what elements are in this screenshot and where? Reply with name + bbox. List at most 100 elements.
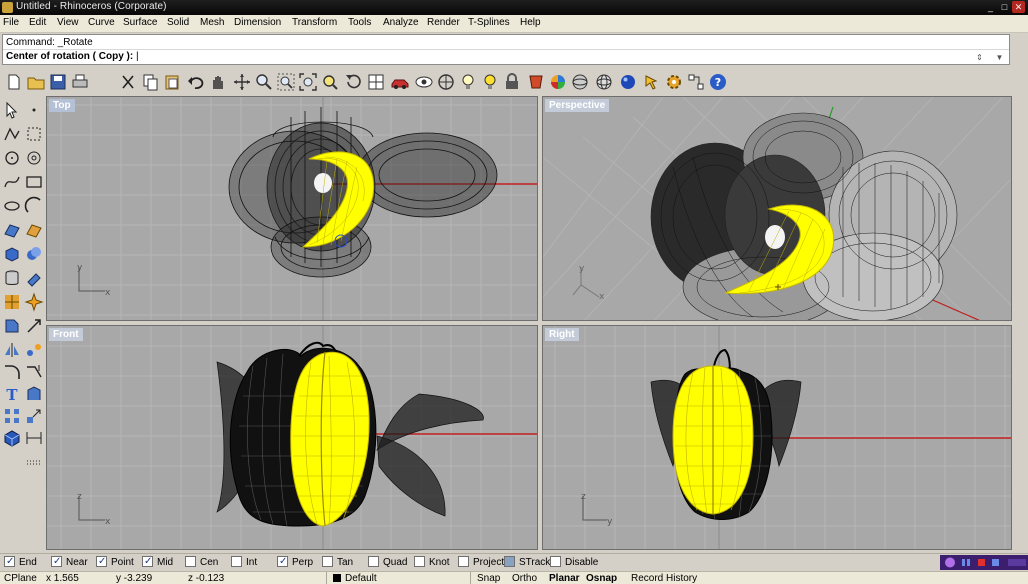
explode-icon[interactable] [24, 292, 44, 312]
help-icon[interactable]: ? [708, 72, 728, 92]
viewport-right[interactable]: Right z y [542, 325, 1012, 550]
menu-help[interactable]: Help [520, 17, 541, 28]
osnap-project[interactable]: Project [458, 556, 504, 569]
menu-solid[interactable]: Solid [167, 17, 189, 28]
osnap-disable-checkbox[interactable] [550, 556, 561, 567]
solid-boolean-icon[interactable] [24, 244, 44, 264]
menu-curve[interactable]: Curve [88, 17, 115, 28]
menu-mesh[interactable]: Mesh [200, 17, 224, 28]
osnap-near[interactable]: Near [51, 555, 88, 569]
layer-color-swatch[interactable] [333, 574, 341, 582]
cylinder-icon[interactable] [2, 268, 22, 288]
osnap-cen-checkbox[interactable] [185, 556, 196, 567]
transform-icon[interactable] [2, 316, 22, 336]
ortho-toggle[interactable]: Ortho [512, 573, 537, 584]
close-button[interactable]: ✕ [1012, 1, 1025, 13]
select-arrow-icon[interactable] [2, 100, 22, 120]
viewport-title-right[interactable]: Right [545, 328, 579, 341]
circle-options-icon[interactable] [24, 148, 44, 168]
copy-icon[interactable] [140, 72, 160, 92]
arrow-icon[interactable] [642, 72, 662, 92]
osnap-near-checkbox[interactable] [51, 555, 62, 568]
text-icon[interactable]: T [2, 384, 22, 404]
zoom-selected-icon[interactable] [320, 72, 340, 92]
menu-view[interactable]: View [57, 17, 79, 28]
network-icon[interactable] [686, 72, 706, 92]
fillet-icon[interactable] [2, 362, 22, 382]
surface-edge-icon[interactable] [24, 220, 44, 240]
lightbulb-on-icon[interactable] [480, 72, 500, 92]
ellipse-icon[interactable] [2, 196, 22, 216]
render-sphere-icon[interactable] [618, 72, 638, 92]
undo-view-icon[interactable] [344, 72, 364, 92]
blend-icon[interactable] [24, 340, 44, 360]
viewport-title-front[interactable]: Front [49, 328, 83, 341]
minimize-button[interactable]: _ [984, 1, 997, 13]
circle-icon[interactable] [2, 148, 22, 168]
osnap-strack-checkbox[interactable] [504, 556, 515, 567]
save-icon[interactable] [48, 72, 68, 92]
osnap-mid-checkbox[interactable] [142, 555, 153, 568]
solid-box-icon[interactable] [2, 244, 22, 264]
snap-toggle[interactable]: Snap [477, 573, 500, 584]
zoom-extents-icon[interactable] [298, 72, 318, 92]
zoom-icon[interactable] [254, 72, 274, 92]
osnap-tan-checkbox[interactable] [322, 556, 333, 567]
sphere-icon[interactable] [570, 72, 590, 92]
osnap-quad[interactable]: Quad [368, 556, 407, 569]
maximize-button[interactable]: □ [998, 1, 1011, 13]
arc-icon[interactable] [24, 196, 44, 216]
print-icon[interactable] [70, 72, 90, 92]
rebuild-icon[interactable] [24, 362, 44, 382]
osnap-knot[interactable]: Knot [414, 556, 450, 569]
material-icon[interactable] [526, 72, 546, 92]
osnap-project-checkbox[interactable] [458, 556, 469, 567]
car-icon[interactable] [390, 72, 410, 92]
move-icon[interactable] [24, 316, 44, 336]
polyline-icon[interactable] [2, 124, 22, 144]
scale-icon[interactable] [24, 406, 44, 426]
target-icon[interactable] [436, 72, 456, 92]
screen-recorder-widget[interactable] [940, 555, 1028, 570]
osnap-int[interactable]: Int [231, 556, 257, 569]
cube-icon[interactable] [2, 428, 22, 448]
menu-tools[interactable]: Tools [348, 17, 371, 28]
rectangle-select-icon[interactable] [24, 124, 44, 144]
new-icon[interactable] [4, 72, 24, 92]
array-icon[interactable] [2, 406, 22, 426]
dimension-icon[interactable] [24, 428, 44, 448]
viewport-perspective[interactable]: Perspective y x [542, 96, 1012, 321]
dropdown-icon[interactable]: ▼ [993, 51, 1006, 64]
planar-toggle[interactable]: Planar [549, 573, 580, 584]
menu-tsplines[interactable]: T-Splines [468, 17, 510, 28]
viewport-title-top[interactable]: Top [49, 99, 75, 112]
osnap-point[interactable]: Point [96, 555, 134, 569]
osnap-strack[interactable]: STrack [504, 556, 550, 569]
open-icon[interactable] [26, 72, 46, 92]
menu-edit[interactable]: Edit [29, 17, 46, 28]
menu-render[interactable]: Render [427, 17, 460, 28]
viewport-front[interactable]: Front z x [46, 325, 538, 550]
mirror-icon[interactable] [2, 340, 22, 360]
record-history-toggle[interactable]: Record History [631, 573, 697, 584]
osnap-end[interactable]: End [4, 555, 37, 569]
menu-dimension[interactable]: Dimension [234, 17, 281, 28]
dots-icon[interactable] [24, 450, 44, 470]
eye-icon[interactable] [414, 72, 434, 92]
osnap-perp[interactable]: Perp [277, 555, 313, 569]
osnap-point-checkbox[interactable] [96, 555, 107, 568]
gear-icon[interactable] [664, 72, 684, 92]
cplane-label[interactable]: CPlane [4, 573, 37, 584]
menu-surface[interactable]: Surface [123, 17, 157, 28]
osnap-mid[interactable]: Mid [142, 555, 173, 569]
menu-file[interactable]: File [3, 17, 19, 28]
point-icon[interactable] [24, 100, 44, 120]
menu-analyze[interactable]: Analyze [383, 17, 419, 28]
surface-icon[interactable] [2, 220, 22, 240]
wire-sphere-icon[interactable] [594, 72, 614, 92]
four-viewports-icon[interactable] [366, 72, 386, 92]
extrude-icon[interactable] [24, 268, 44, 288]
rectangle-icon[interactable] [24, 172, 44, 192]
osnap-int-checkbox[interactable] [231, 556, 242, 567]
pan-hand-icon[interactable] [208, 72, 228, 92]
